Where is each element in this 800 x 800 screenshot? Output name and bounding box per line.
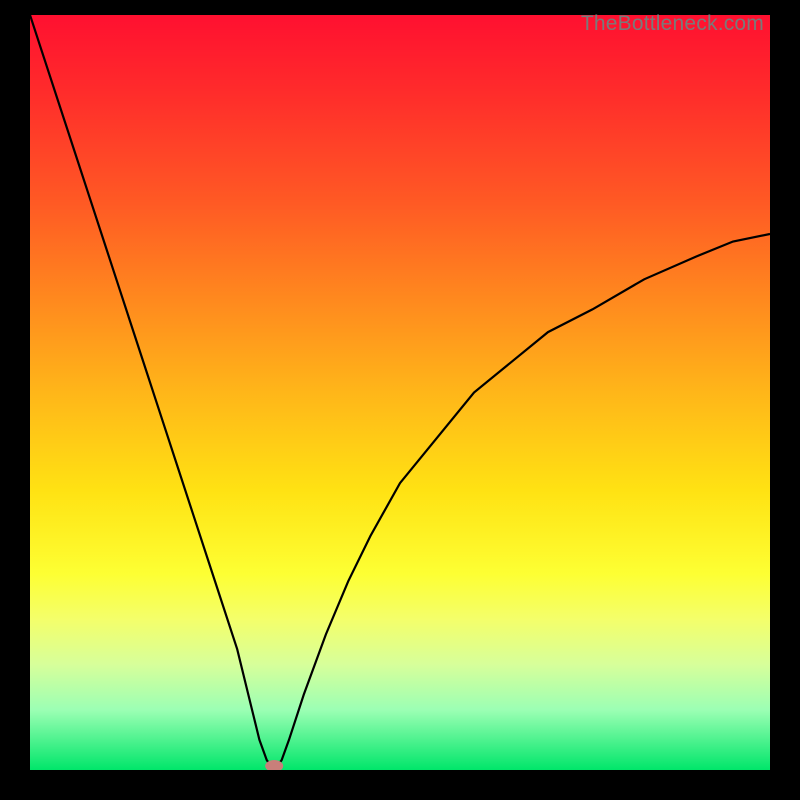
bottleneck-curve bbox=[30, 15, 770, 770]
curve-path bbox=[30, 15, 770, 770]
plot-area: TheBottleneck.com bbox=[30, 15, 770, 770]
chart-frame: TheBottleneck.com bbox=[0, 0, 800, 800]
